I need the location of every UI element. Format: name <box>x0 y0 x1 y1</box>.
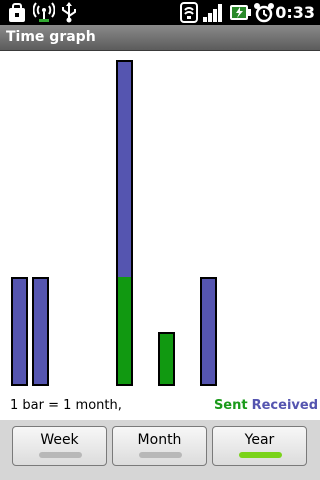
chart-legend: Sent Received <box>214 398 318 413</box>
usb-icon <box>62 2 76 23</box>
chart-bar <box>158 332 175 386</box>
legend-received: Received <box>251 398 318 413</box>
legend-sent: Sent <box>213 398 248 413</box>
battery-charging-icon <box>230 5 251 20</box>
page-title: Time graph <box>6 29 96 45</box>
week-toggle-label: Week <box>40 432 79 448</box>
bar-segment-sent <box>118 276 131 384</box>
chart-bar <box>32 277 49 386</box>
bar-segment-received <box>34 279 47 384</box>
bar-segment-received <box>13 279 26 384</box>
week-toggle-indicator <box>39 452 82 458</box>
chart-bar <box>200 277 217 386</box>
bar-segment-sent <box>160 334 173 384</box>
year-toggle-label: Year <box>244 432 275 448</box>
time-graph-chart <box>0 52 320 392</box>
period-toggle-panel: Week Month Year <box>0 420 320 480</box>
wifi-antenna-icon <box>33 2 55 22</box>
bag-icon <box>9 3 25 22</box>
sim-icon <box>180 2 198 23</box>
chart-bar <box>116 60 133 386</box>
chart-caption: 1 bar = 1 month, <box>10 398 122 413</box>
month-toggle-button[interactable]: Month <box>112 426 207 466</box>
status-time: 0:33 <box>275 3 315 22</box>
year-toggle-indicator <box>239 452 282 458</box>
year-toggle-button[interactable]: Year <box>212 426 307 466</box>
week-toggle-button[interactable]: Week <box>12 426 107 466</box>
chart-bar <box>11 277 28 386</box>
status-bar: 0:33 <box>0 0 320 25</box>
month-toggle-indicator <box>139 452 182 458</box>
title-bar: Time graph <box>0 25 320 51</box>
month-toggle-label: Month <box>137 432 182 448</box>
alarm-icon <box>254 3 274 23</box>
signal-icon <box>203 4 222 22</box>
bar-segment-received <box>202 279 215 384</box>
bar-segment-received <box>118 62 131 277</box>
